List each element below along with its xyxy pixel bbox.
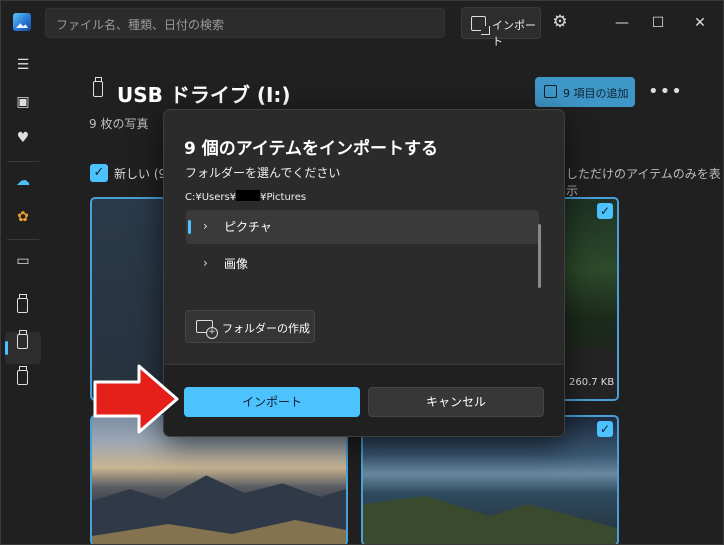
page-title: USB ドライブ (I:) [117,83,291,107]
coastline-shape [363,496,617,544]
import-button-label: インポート [492,19,536,48]
dialog-cancel-button[interactable]: キャンセル [368,387,544,417]
settings-icon[interactable]: ⚙ [550,12,570,32]
title-bar: ファイル名、種類、日付の検索 インポート ⚙ — ☐ ✕ [1,1,723,48]
filter-option-label[interactable]: しただけのアイテムのみを表示 [566,165,723,199]
add-items-button[interactable]: 9 項目の追加 [535,77,635,107]
folder-name: 画像 [224,257,249,271]
folder-tree-item[interactable]: › ピクチャ [186,210,539,244]
photo-count: 9 枚の写真 [89,117,149,131]
this-pc-icon[interactable]: ▭ [13,251,33,271]
search-box[interactable]: ファイル名、種類、日付の検索 [45,8,445,38]
sidebar-divider [7,161,39,162]
folder-tree-item[interactable]: › 画像 [186,247,539,281]
folder-tree-scrollbar[interactable] [538,224,541,288]
icloud-photos-icon[interactable]: ✿ [13,207,33,227]
import-icon [544,85,557,98]
import-dialog: 9 個のアイテムをインポートする フォルダーを選んでください C:¥Users¥… [163,109,565,437]
photo-checkbox[interactable]: ✓ [597,203,613,219]
new-folder-icon [196,320,218,339]
favorites-icon[interactable]: ♥ [13,128,33,148]
thumbnail-info-bar [563,349,617,399]
photos-app-icon [13,13,31,31]
dialog-import-button[interactable]: インポート [184,387,360,417]
sidebar: ☰ ▣ ♥ ☁ ✿ ▭ [1,45,45,544]
select-new-checkbox[interactable]: ✓ [90,164,108,182]
add-items-label: 9 項目の追加 [563,87,629,100]
photo-checkbox[interactable]: ✓ [597,421,613,437]
red-arrow-annotation [93,364,179,434]
dialog-subtitle: フォルダーを選んでください [185,166,341,180]
folder-tree-item[interactable]: › 写真 [186,284,539,292]
usb-drive-icon[interactable] [17,366,28,385]
sidebar-divider [7,239,39,240]
chevron-right-icon[interactable]: › [203,256,208,270]
dialog-title: 9 個のアイテムをインポートする [184,139,439,159]
chevron-right-icon[interactable]: › [203,219,208,233]
onedrive-icon[interactable]: ☁ [13,171,33,191]
usb-drive-icon[interactable] [17,330,28,349]
redacted-username [236,190,261,201]
more-options-icon[interactable]: ••• [648,81,683,102]
destination-path: C:¥Users¥ ¥Pictures [185,190,306,203]
dialog-footer: インポート キャンセル [164,364,564,436]
path-prefix: C:¥Users¥ [185,192,237,203]
import-icon [471,16,490,35]
import-button[interactable]: インポート [461,7,541,48]
search-placeholder[interactable]: ファイル名、種類、日付の検索 [56,16,224,33]
path-suffix: ¥Pictures [260,192,307,203]
usb-drive-icon[interactable] [17,294,28,313]
minimize-icon[interactable]: — [612,13,632,33]
maximize-icon[interactable]: ☐ [648,13,668,33]
create-folder-label: フォルダーの作成 [222,322,310,335]
gallery-icon[interactable]: ▣ [13,92,33,112]
folder-tree: › ピクチャ › 画像 › 写真 [186,210,541,292]
usb-drive-icon [93,77,103,97]
photo-thumbnail[interactable]: ✓ [561,197,619,401]
photos-app-window: ファイル名、種類、日付の検索 インポート ⚙ — ☐ ✕ ☰ ▣ ♥ ☁ ✿ ▭… [0,0,724,545]
folder-name: ピクチャ [224,220,272,234]
menu-icon[interactable]: ☰ [13,55,33,75]
file-size: 260.7 KB [569,377,615,388]
create-folder-button[interactable]: フォルダーの作成 [185,310,315,343]
close-icon[interactable]: ✕ [690,13,710,33]
